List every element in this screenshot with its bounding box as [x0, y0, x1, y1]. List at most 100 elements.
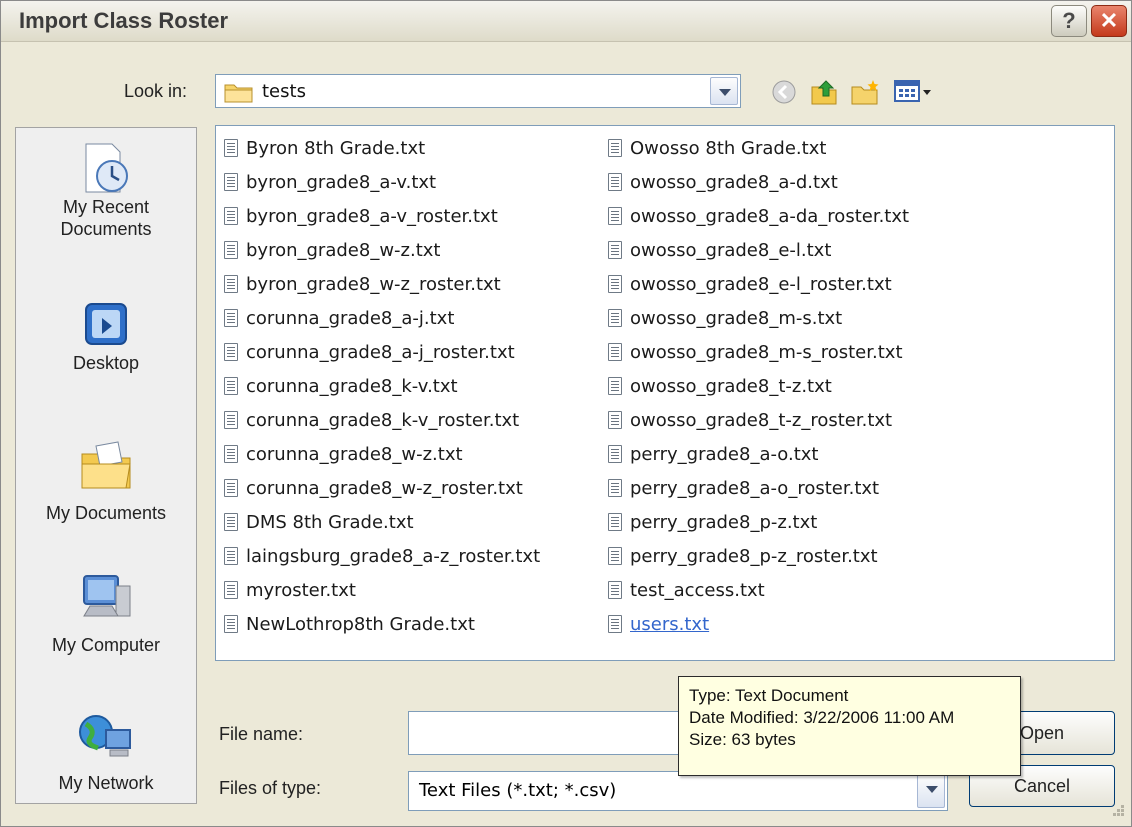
text-file-icon: [608, 275, 622, 293]
file-item[interactable]: test_access.txt: [608, 576, 765, 604]
file-item[interactable]: corunna_grade8_a-j.txt: [224, 304, 454, 332]
my-network-icon: [79, 715, 131, 757]
new-folder-icon[interactable]: [849, 77, 881, 107]
file-item[interactable]: corunna_grade8_w-z.txt: [224, 440, 463, 468]
text-file-icon: [608, 207, 622, 225]
import-dialog: Import Class Roster ? ✕ Look in: tests M…: [0, 0, 1132, 827]
file-item[interactable]: owosso_grade8_e-l.txt: [608, 236, 831, 264]
text-file-icon: [608, 139, 622, 157]
place-label-my-computer: My Computer: [51, 635, 161, 655]
place-label-my-documents: My Documents: [45, 503, 167, 523]
text-file-icon: [224, 309, 238, 327]
chevron-down-icon[interactable]: [710, 77, 738, 105]
file-item[interactable]: perry_grade8_p-z_roster.txt: [608, 542, 878, 570]
text-file-icon: [608, 309, 622, 327]
text-file-icon: [608, 343, 622, 361]
place-my-computer[interactable]: My Computer: [16, 568, 196, 656]
file-item[interactable]: owosso_grade8_a-d.txt: [608, 168, 838, 196]
text-file-icon: [224, 445, 238, 463]
file-item[interactable]: owosso_grade8_t-z.txt: [608, 372, 832, 400]
close-button[interactable]: ✕: [1091, 5, 1127, 37]
file-info-tooltip: Type: Text Document Date Modified: 3/22/…: [678, 676, 1021, 776]
text-file-icon: [608, 479, 622, 497]
text-file-icon: [224, 411, 238, 429]
places-bar: My Recent Documents Desktop My Documents: [15, 127, 197, 804]
file-item[interactable]: corunna_grade8_a-j_roster.txt: [224, 338, 515, 366]
file-item[interactable]: DMS 8th Grade.txt: [224, 508, 414, 536]
open-button-label: Open: [1019, 723, 1065, 743]
file-item[interactable]: perry_grade8_p-z.txt: [608, 508, 817, 536]
files-of-type-dropdown[interactable]: Text Files (*.txt; *.csv): [408, 771, 948, 811]
file-item[interactable]: owosso_grade8_a-da_roster.txt: [608, 202, 909, 230]
text-file-icon: [608, 581, 622, 599]
title-bar[interactable]: Import Class Roster ? ✕: [1, 1, 1131, 42]
tooltip-date-modified: Date Modified: 3/22/2006 11:00 AM: [689, 708, 955, 727]
recent-documents-icon: [85, 143, 128, 193]
text-file-icon: [224, 615, 238, 633]
file-item[interactable]: perry_grade8_a-o.txt: [608, 440, 819, 468]
file-item[interactable]: corunna_grade8_k-v.txt: [224, 372, 458, 400]
file-item[interactable]: myroster.txt: [224, 576, 356, 604]
text-file-icon: [224, 275, 238, 293]
text-file-icon: [224, 343, 238, 361]
text-file-icon: [224, 581, 238, 599]
tooltip-type: Type: Text Document: [689, 686, 849, 705]
text-file-icon: [608, 615, 622, 633]
tooltip-size: Size: 63 bytes: [689, 730, 796, 749]
file-list[interactable]: Byron 8th Grade.txt byron_grade8_a-v.txt…: [215, 125, 1115, 661]
text-file-icon: [224, 377, 238, 395]
dialog-title: Import Class Roster: [19, 8, 229, 33]
text-file-icon: [224, 513, 238, 531]
my-computer-icon: [83, 575, 131, 617]
chevron-down-icon[interactable]: [917, 774, 945, 808]
text-file-icon: [608, 377, 622, 395]
file-item[interactable]: byron_grade8_a-v.txt: [224, 168, 436, 196]
place-my-documents[interactable]: My Documents: [16, 438, 196, 524]
text-file-icon: [224, 547, 238, 565]
file-item[interactable]: corunna_grade8_k-v_roster.txt: [224, 406, 519, 434]
help-button[interactable]: ?: [1051, 5, 1087, 37]
file-name-label: File name:: [219, 724, 304, 744]
text-file-icon: [608, 547, 622, 565]
text-file-icon: [224, 139, 238, 157]
text-file-icon: [608, 513, 622, 531]
files-of-type-label: Files of type:: [219, 778, 322, 798]
file-item[interactable]: Owosso 8th Grade.txt: [608, 134, 826, 162]
folder-icon: [224, 84, 253, 103]
text-file-icon: [608, 241, 622, 259]
text-file-icon: [608, 445, 622, 463]
file-item[interactable]: owosso_grade8_m-s.txt: [608, 304, 842, 332]
file-item[interactable]: laingsburg_grade8_a-z_roster.txt: [224, 542, 540, 570]
place-recent-documents[interactable]: My Recent Documents: [16, 140, 196, 240]
text-file-icon: [224, 173, 238, 191]
file-item[interactable]: perry_grade8_a-o_roster.txt: [608, 474, 879, 502]
place-my-network[interactable]: My Network: [16, 710, 196, 794]
place-label-desktop: Desktop: [72, 353, 140, 373]
desktop-icon: [85, 303, 127, 345]
file-item[interactable]: byron_grade8_a-v_roster.txt: [224, 202, 498, 230]
back-icon[interactable]: [771, 79, 797, 105]
file-item[interactable]: owosso_grade8_t-z_roster.txt: [608, 406, 892, 434]
view-menu-icon[interactable]: [893, 78, 933, 106]
text-file-icon: [224, 207, 238, 225]
look-in-value: tests: [262, 81, 306, 102]
file-item[interactable]: byron_grade8_w-z.txt: [224, 236, 440, 264]
files-of-type-value: Text Files (*.txt; *.csv): [419, 780, 617, 801]
text-file-icon: [224, 479, 238, 497]
text-file-icon: [608, 411, 622, 429]
file-item[interactable]: owosso_grade8_e-l_roster.txt: [608, 270, 892, 298]
file-item[interactable]: corunna_grade8_w-z_roster.txt: [224, 474, 523, 502]
resize-grip-icon[interactable]: [1107, 801, 1127, 821]
my-documents-icon: [81, 441, 131, 489]
look-in-dropdown[interactable]: tests: [215, 74, 741, 108]
cancel-button-label: Cancel: [1013, 776, 1071, 796]
file-item-hovered[interactable]: users.txt: [608, 610, 709, 638]
text-file-icon: [224, 241, 238, 259]
file-item[interactable]: Byron 8th Grade.txt: [224, 134, 425, 162]
place-desktop[interactable]: Desktop: [16, 298, 196, 374]
look-in-label: Look in:: [124, 81, 188, 101]
up-folder-icon[interactable]: [809, 77, 839, 107]
file-item[interactable]: byron_grade8_w-z_roster.txt: [224, 270, 501, 298]
file-item[interactable]: owosso_grade8_m-s_roster.txt: [608, 338, 903, 366]
file-item[interactable]: NewLothrop8th Grade.txt: [224, 610, 475, 638]
